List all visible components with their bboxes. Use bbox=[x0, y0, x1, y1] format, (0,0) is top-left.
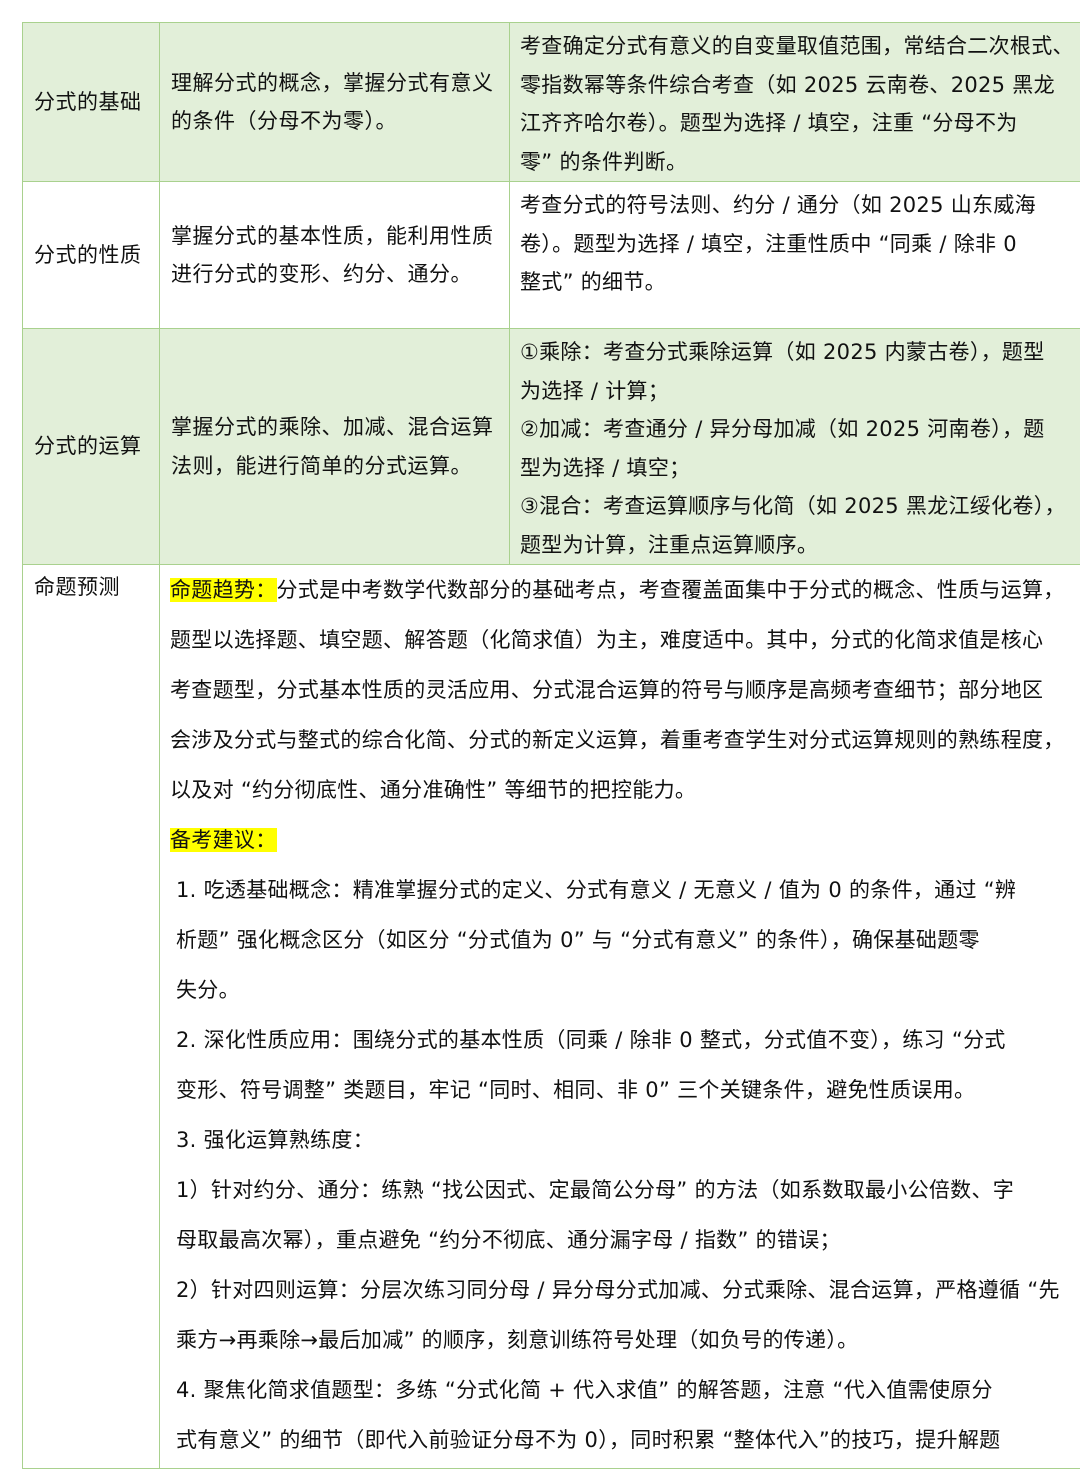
advice-line: 2. 深化性质应用：围绕分式的基本性质（同乘 / 除非 0 整式，分式值不变），… bbox=[176, 1028, 1006, 1052]
advice-line: 3. 强化运算熟练度： bbox=[176, 1128, 375, 1152]
advice-line: 母取最高次幂），重点避免 “约分不彻底、通分漏字母 / 指数” 的错误； bbox=[176, 1228, 841, 1252]
prediction-row: 命题预测 命题趋势：分式是中考数学代数部分的基础考点，考查覆盖面集中于分式的概念… bbox=[22, 564, 1080, 1469]
topic-cell: 分式的基础 bbox=[22, 22, 160, 182]
goal-cell: 掌握分式的乘除、加减、混合运算法则，能进行简单的分式运算。 bbox=[159, 328, 510, 565]
requirement-line: 题型为计算，注重点运算顺序。 bbox=[520, 532, 819, 557]
trend-text: 分式是中考数学代数部分的基础考点，考查覆盖面集中于分式的概念、性质与运算， bbox=[276, 578, 1065, 602]
requirement-line: 零” 的条件判断。 bbox=[520, 149, 688, 174]
requirement-line: ②加减：考查通分 / 异分母加减（如 2025 河南卷），题 bbox=[520, 417, 1045, 441]
prediction-label: 命题预测 bbox=[34, 575, 120, 599]
advice-line: 2）针对四则运算：分层次练习同分母 / 异分母分式加减、分式乘除、混合运算，严格… bbox=[176, 1278, 1060, 1302]
prediction-text: 命题趋势：分式是中考数学代数部分的基础考点，考查覆盖面集中于分式的概念、性质与运… bbox=[161, 566, 1080, 1468]
requirement-cell: 考查确定分式有意义的自变量取值范围，常结合二次根式、 零指数幂等条件综合考查（如… bbox=[509, 22, 1080, 182]
requirement-line: 卷）。题型为选择 / 填空，注重性质中 “同乘 / 除非 0 bbox=[520, 231, 1017, 256]
advice-line: 4. 聚焦化简求值题型：多练 “分式化简 + 代入求值” 的解答题，注意 “代入… bbox=[176, 1378, 993, 1402]
requirement-line: ①乘除：考查分式乘除运算（如 2025 内蒙古卷），题型 bbox=[520, 340, 1045, 364]
advice-title-line: 备考建议： bbox=[170, 818, 1080, 868]
requirement-line: 江齐齐哈尔卷）。题型为选择 / 填空，注重 “分母不为 bbox=[520, 111, 1018, 135]
advice-line: 式有意义” 的细节（即代入前验证分母不为 0），同时积累 “整体代入”的技巧，提… bbox=[176, 1428, 1001, 1452]
trend-line: 会涉及分式与整式的综合化简、分式的新定义运算，着重考查学生对分式运算规则的熟练程… bbox=[170, 728, 1065, 752]
trend-line: 题型以选择题、填空题、解答题（化简求值）为主，难度适中。其中，分式的化简求值是核… bbox=[170, 628, 1044, 652]
goal-text: 掌握分式的乘除、加减、混合运算法则，能进行简单的分式运算。 bbox=[171, 415, 494, 478]
requirement-line: ③混合：考查运算顺序与化简（如 2025 黑龙江绥化卷）， bbox=[520, 494, 1066, 518]
goal-text: 理解分式的概念，掌握分式有意义的条件（分母不为零）。 bbox=[171, 70, 494, 134]
prediction-content-cell: 命题趋势：分式是中考数学代数部分的基础考点，考查覆盖面集中于分式的概念、性质与运… bbox=[159, 564, 1080, 1469]
topic-cell: 分式的运算 bbox=[22, 328, 160, 565]
table-row: 分式的基础 理解分式的概念，掌握分式有意义的条件（分母不为零）。 考查确定分式有… bbox=[22, 22, 1080, 182]
topic-cell: 分式的性质 bbox=[22, 181, 160, 329]
prediction-label-cell: 命题预测 bbox=[22, 564, 160, 1469]
requirement-line: 整式” 的细节。 bbox=[520, 270, 666, 294]
topic-name: 分式的性质 bbox=[34, 242, 142, 267]
requirement-line: 零指数幂等条件综合考查（如 2025 云南卷、2025 黑龙 bbox=[520, 72, 1055, 97]
trend-line: 以及对 “约分彻底性、通分准确性” 等细节的把控能力。 bbox=[170, 778, 697, 802]
table-row: 分式的运算 掌握分式的乘除、加减、混合运算法则，能进行简单的分式运算。 ①乘除：… bbox=[22, 328, 1080, 565]
requirement-line: 为选择 / 计算； bbox=[520, 378, 670, 403]
requirement-line: 考查分式的符号法则、约分 / 通分（如 2025 山东威海 bbox=[520, 193, 1036, 217]
requirement-cell: 考查分式的符号法则、约分 / 通分（如 2025 山东威海 卷）。题型为选择 /… bbox=[509, 181, 1080, 329]
advice-line: 析题” 强化概念区分（如区分 “分式值为 0” 与 “分式有意义” 的条件），确… bbox=[176, 928, 980, 952]
goal-cell: 掌握分式的基本性质，能利用性质进行分式的变形、约分、通分。 bbox=[159, 181, 510, 329]
advice-line: 变形、符号调整” 类题目，牢记 “同时、相同、非 0” 三个关键条件，避免性质误… bbox=[176, 1078, 976, 1102]
goal-text: 掌握分式的基本性质，能利用性质进行分式的变形、约分、通分。 bbox=[171, 223, 494, 287]
requirement-text: 考查确定分式有意义的自变量取值范围，常结合二次根式、 零指数幂等条件综合考查（如… bbox=[511, 24, 1080, 181]
advice-line: 1）针对约分、通分：练熟 “找公因式、定最简公分母” 的方法（如系数取最小公倍数… bbox=[176, 1178, 1015, 1202]
trend-line: 命题趋势：分式是中考数学代数部分的基础考点，考查覆盖面集中于分式的概念、性质与运… bbox=[170, 568, 1080, 618]
requirement-line: 考查确定分式有意义的自变量取值范围，常结合二次根式、 bbox=[520, 34, 1074, 58]
advice-line: 1. 吃透基础概念：精准掌握分式的定义、分式有意义 / 无意义 / 值为 0 的… bbox=[176, 878, 1017, 902]
advice-line: 失分。 bbox=[176, 978, 240, 1002]
trend-line: 考查题型，分式基本性质的灵活应用、分式混合运算的符号与顺序是高频考查细节；部分地… bbox=[170, 678, 1044, 702]
knowledge-outline-table: 分式的基础 理解分式的概念，掌握分式有意义的条件（分母不为零）。 考查确定分式有… bbox=[22, 22, 1080, 1469]
trend-title: 命题趋势： bbox=[170, 578, 277, 602]
advice-line: 乘方→再乘除→最后加减” 的顺序，刻意训练符号处理（如负号的传递）。 bbox=[176, 1328, 859, 1352]
requirement-cell: ①乘除：考查分式乘除运算（如 2025 内蒙古卷），题型 为选择 / 计算； ②… bbox=[509, 328, 1080, 565]
table-row: 分式的性质 掌握分式的基本性质，能利用性质进行分式的变形、约分、通分。 考查分式… bbox=[22, 181, 1080, 329]
topic-name: 分式的基础 bbox=[34, 89, 142, 114]
requirement-text: ①乘除：考查分式乘除运算（如 2025 内蒙古卷），题型 为选择 / 计算； ②… bbox=[511, 330, 1080, 564]
requirement-line: 型为选择 / 填空； bbox=[520, 455, 691, 480]
requirement-text: 考查分式的符号法则、约分 / 通分（如 2025 山东威海 卷）。题型为选择 /… bbox=[511, 183, 1080, 302]
goal-cell: 理解分式的概念，掌握分式有意义的条件（分母不为零）。 bbox=[159, 22, 510, 182]
topic-name: 分式的运算 bbox=[34, 434, 142, 459]
advice-title: 备考建议： bbox=[170, 828, 277, 852]
